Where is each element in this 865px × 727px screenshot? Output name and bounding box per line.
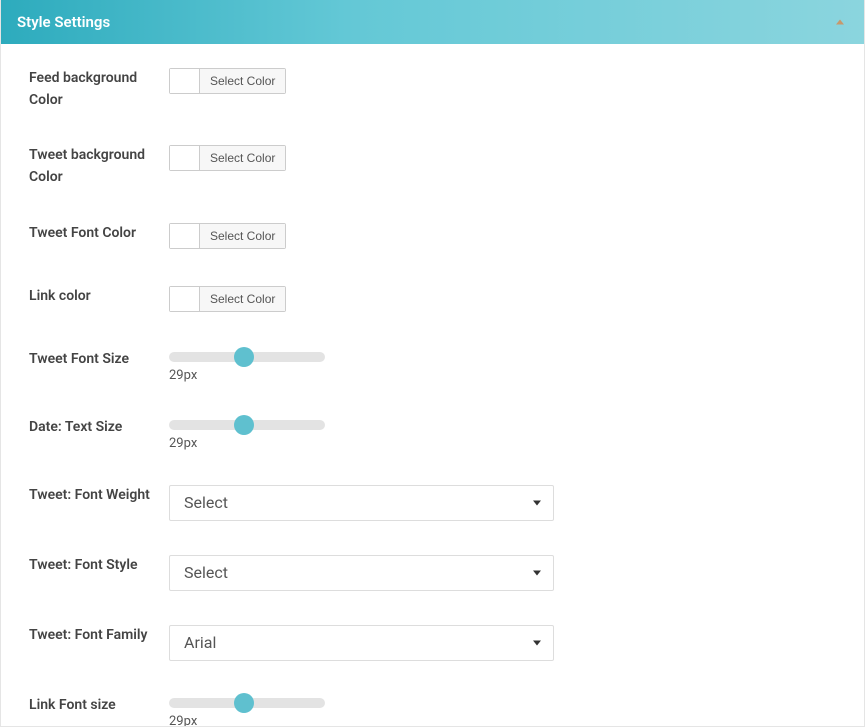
label-tweet-font-weight: Tweet: Font Weight: [29, 485, 169, 507]
control-tweet-font-style: Select: [169, 555, 836, 591]
collapse-caret-icon: [836, 20, 844, 25]
label-link-color: Link color: [29, 286, 169, 308]
row-feed-bg: Feed background Color Select Color: [29, 68, 836, 111]
slider-thumb-date-text-size[interactable]: [234, 415, 254, 435]
label-feed-bg: Feed background Color: [29, 68, 169, 111]
control-tweet-font-weight: Select: [169, 485, 836, 521]
color-picker-feed-bg[interactable]: Select Color: [169, 68, 286, 94]
chevron-down-icon: [533, 500, 541, 505]
control-link-color: Select Color: [169, 286, 836, 315]
panel-title: Style Settings: [17, 13, 110, 31]
color-picker-tweet-bg[interactable]: Select Color: [169, 145, 286, 171]
panel-body: Feed background Color Select Color Tweet…: [1, 44, 864, 727]
slider-link-font-size: 29px: [169, 698, 325, 727]
color-swatch-tweet-font-color[interactable]: [170, 224, 200, 248]
select-color-button-feed-bg[interactable]: Select Color: [200, 69, 285, 93]
color-swatch-feed-bg[interactable]: [170, 69, 200, 93]
select-color-button-tweet-bg[interactable]: Select Color: [200, 146, 285, 170]
control-date-text-size: 29px: [169, 417, 836, 451]
color-picker-link-color[interactable]: Select Color: [169, 286, 286, 312]
label-tweet-font-family: Tweet: Font Family: [29, 625, 169, 647]
row-tweet-font-family: Tweet: Font Family Arial: [29, 625, 836, 661]
row-tweet-font-style: Tweet: Font Style Select: [29, 555, 836, 591]
control-feed-bg: Select Color: [169, 68, 836, 97]
select-color-button-link-color[interactable]: Select Color: [200, 287, 285, 311]
select-tweet-font-weight[interactable]: Select: [169, 485, 554, 521]
control-link-font-size: 29px: [169, 695, 836, 727]
chevron-down-icon: [533, 640, 541, 645]
slider-value-date-text-size: 29px: [169, 436, 325, 451]
slider-date-text-size: 29px: [169, 420, 325, 451]
control-tweet-font-size: 29px: [169, 349, 836, 383]
label-tweet-bg: Tweet background Color: [29, 145, 169, 188]
row-tweet-font-color: Tweet Font Color Select Color: [29, 223, 836, 252]
slider-value-tweet-font-size: 29px: [169, 368, 325, 383]
label-tweet-font-color: Tweet Font Color: [29, 223, 169, 245]
color-picker-tweet-font-color[interactable]: Select Color: [169, 223, 286, 249]
control-tweet-font-color: Select Color: [169, 223, 836, 252]
row-link-color: Link color Select Color: [29, 286, 836, 315]
style-settings-panel: Style Settings Feed background Color Sel…: [0, 0, 865, 727]
slider-track-link-font-size[interactable]: [169, 698, 325, 708]
row-link-font-size: Link Font size 29px: [29, 695, 836, 727]
select-color-button-tweet-font-color[interactable]: Select Color: [200, 224, 285, 248]
slider-tweet-font-size: 29px: [169, 352, 325, 383]
label-link-font-size: Link Font size: [29, 695, 169, 717]
label-tweet-font-style: Tweet: Font Style: [29, 555, 169, 577]
select-value-tweet-font-style: Select: [184, 563, 228, 582]
slider-track-date-text-size[interactable]: [169, 420, 325, 430]
slider-value-link-font-size: 29px: [169, 714, 325, 727]
color-swatch-tweet-bg[interactable]: [170, 146, 200, 170]
control-tweet-bg: Select Color: [169, 145, 836, 174]
slider-thumb-link-font-size[interactable]: [234, 693, 254, 713]
chevron-down-icon: [533, 570, 541, 575]
control-tweet-font-family: Arial: [169, 625, 836, 661]
row-tweet-bg: Tweet background Color Select Color: [29, 145, 836, 188]
panel-header[interactable]: Style Settings: [1, 0, 864, 44]
select-tweet-font-family[interactable]: Arial: [169, 625, 554, 661]
select-value-tweet-font-weight: Select: [184, 493, 228, 512]
label-date-text-size: Date: Text Size: [29, 417, 169, 439]
row-tweet-font-weight: Tweet: Font Weight Select: [29, 485, 836, 521]
slider-thumb-tweet-font-size[interactable]: [234, 347, 254, 367]
row-tweet-font-size: Tweet Font Size 29px: [29, 349, 836, 383]
slider-track-tweet-font-size[interactable]: [169, 352, 325, 362]
color-swatch-link-color[interactable]: [170, 287, 200, 311]
select-value-tweet-font-family: Arial: [184, 633, 216, 652]
row-date-text-size: Date: Text Size 29px: [29, 417, 836, 451]
label-tweet-font-size: Tweet Font Size: [29, 349, 169, 371]
select-tweet-font-style[interactable]: Select: [169, 555, 554, 591]
